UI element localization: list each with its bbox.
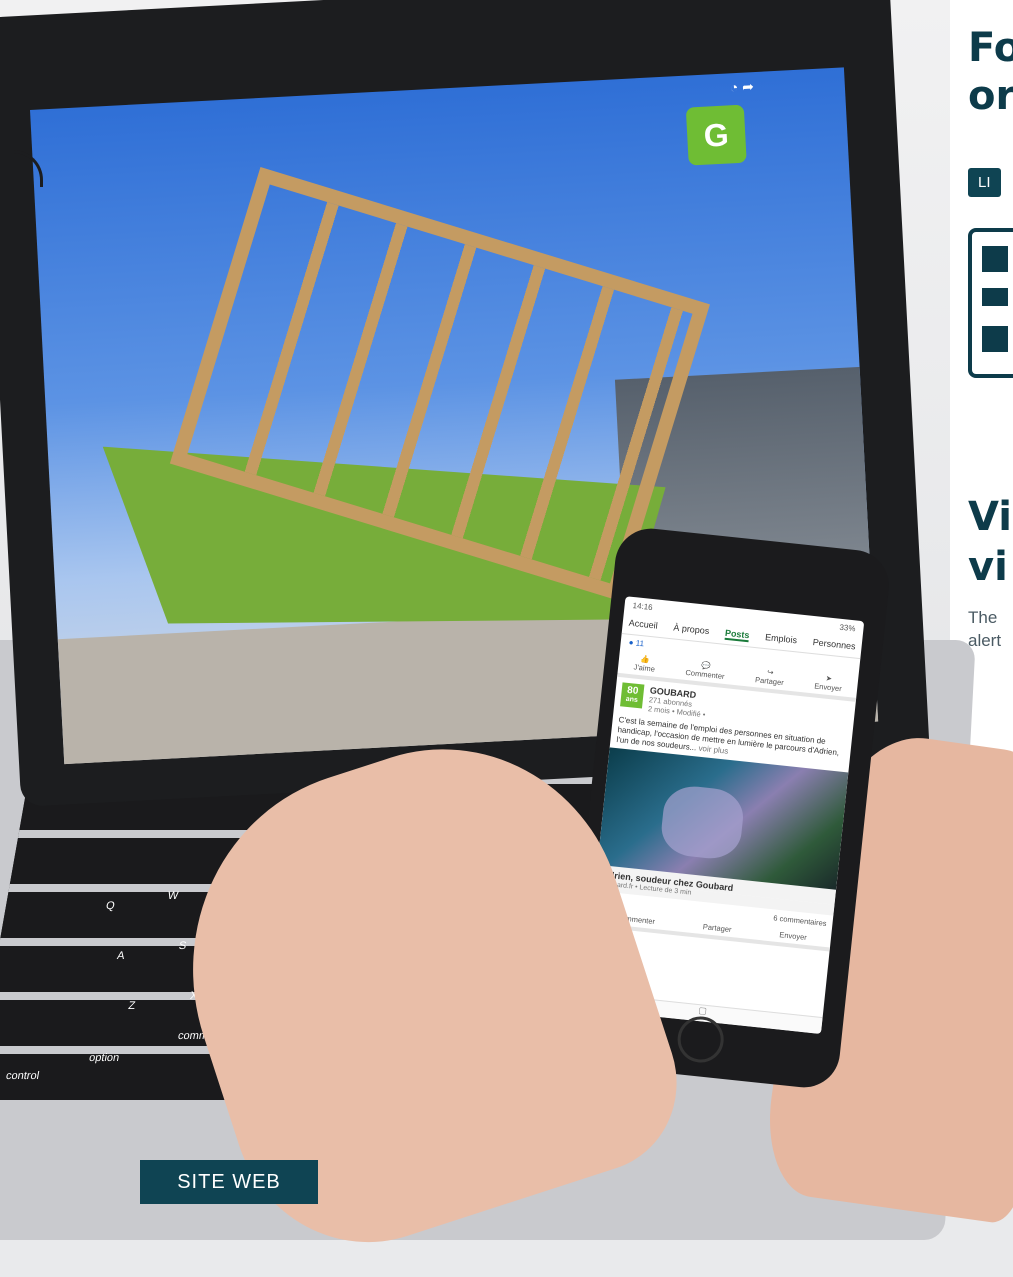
key-option: option: [88, 1052, 121, 1064]
welder-photo[interactable]: [597, 747, 849, 890]
tab-a-propos[interactable]: À propos: [673, 622, 710, 638]
comment-button[interactable]: 💬 Commenter: [685, 659, 726, 681]
like-button[interactable]: 👍 J'aime: [633, 653, 656, 674]
send-button[interactable]: ➤ Envoyer: [814, 672, 843, 694]
key-z: Z: [127, 1000, 137, 1012]
key-q: Q: [104, 900, 116, 912]
comments-count[interactable]: 6 commentaires: [773, 913, 827, 928]
tab-personnes[interactable]: Personnes: [812, 637, 856, 653]
see-more-link[interactable]: voir plus: [698, 744, 729, 756]
site-web-button[interactable]: SITE WEB: [140, 1160, 318, 1204]
linkedin-button[interactable]: LI: [968, 168, 1001, 197]
goubard-logo: G: [685, 104, 747, 166]
avatar[interactable]: 80 ans: [620, 682, 645, 709]
key-w: W: [166, 890, 180, 902]
share-button[interactable]: ↪ Partager: [755, 666, 786, 687]
section-title: Fo or: [968, 25, 1013, 119]
share-button-2[interactable]: Partager: [702, 922, 732, 934]
key-a: A: [116, 950, 126, 962]
tab-accueil[interactable]: Accueil: [628, 618, 658, 633]
section-title-2: Vi vi: [968, 494, 1012, 590]
key-s: S: [177, 940, 188, 952]
section-text: The alert: [968, 608, 1002, 650]
share-icon[interactable]: ◔ ➦: [729, 78, 754, 96]
key-control: control: [4, 1070, 41, 1082]
qr-code: [968, 228, 1013, 378]
send-button-2[interactable]: Envoyer: [779, 930, 807, 942]
tab-emplois[interactable]: Emplois: [764, 632, 798, 647]
tab-posts[interactable]: Posts: [724, 627, 750, 643]
